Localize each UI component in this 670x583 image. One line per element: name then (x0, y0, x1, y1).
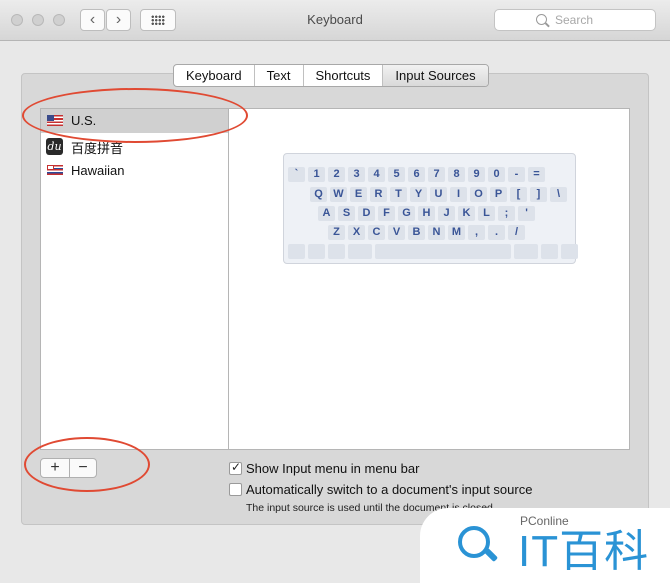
key-row: ` 1 2 3 4 5 6 7 8 9 0- = (288, 167, 545, 182)
key: Y (410, 187, 427, 202)
key: = (528, 167, 545, 182)
key: R (370, 187, 387, 202)
key: E (350, 187, 367, 202)
key: J (438, 206, 455, 221)
key-blank (328, 244, 345, 259)
key: [ (510, 187, 527, 202)
key: 4 (368, 167, 385, 182)
key: 7 (428, 167, 445, 182)
search-field[interactable]: Search (494, 9, 656, 31)
tab-shortcuts[interactable]: Shortcuts (304, 65, 384, 86)
key: W (330, 187, 347, 202)
key: V (388, 225, 405, 240)
title-bar: ‹ › Keyboard Search (0, 0, 670, 41)
watermark-logo: PConline IT百科 (420, 508, 670, 583)
key-space (375, 244, 511, 259)
annotation-ellipse (24, 437, 150, 492)
tab-keyboard[interactable]: Keyboard (174, 65, 255, 86)
key-blank (541, 244, 558, 259)
show-input-menu-checkbox[interactable]: ✓ (229, 460, 242, 475)
key-row-bottom (288, 244, 578, 259)
key: ' (518, 206, 535, 221)
search-icon (536, 14, 547, 25)
key: N (428, 225, 445, 240)
search-placeholder: Search (555, 13, 594, 27)
key-row: A S D F G H J K L; ' (318, 206, 535, 221)
key: S (338, 206, 355, 221)
key: . (488, 225, 505, 240)
show-input-menu-label: Show Input menu in menu bar (246, 461, 420, 476)
baidu-du-icon: du (46, 138, 63, 155)
key: - (508, 167, 525, 182)
key: B (408, 225, 425, 240)
key: 3 (348, 167, 365, 182)
key-blank (561, 244, 578, 259)
key: \ (550, 187, 567, 202)
key: X (348, 225, 365, 240)
key: 0 (488, 167, 505, 182)
key: A (318, 206, 335, 221)
key: 9 (468, 167, 485, 182)
key-row: Q W E R T Y U I O P[] \ (310, 187, 567, 202)
key: M (448, 225, 465, 240)
key: ` (288, 167, 305, 182)
key: 2 (328, 167, 345, 182)
magnifier-handle (483, 547, 499, 563)
key: G (398, 206, 415, 221)
key: I (450, 187, 467, 202)
key-blank (288, 244, 305, 259)
auto-switch-checkbox[interactable] (229, 483, 242, 496)
key: C (368, 225, 385, 240)
key-blank (348, 244, 372, 259)
key: ; (498, 206, 515, 221)
annotation-ellipse (22, 88, 248, 143)
key: ] (530, 187, 547, 202)
key: O (470, 187, 487, 202)
key: D (358, 206, 375, 221)
source-item-hawaiian[interactable]: Hawaiian (41, 159, 228, 183)
input-source-list[interactable]: U.S. du 百度拼音 Hawaiian (40, 108, 229, 450)
key: 5 (388, 167, 405, 182)
key-blank (308, 244, 325, 259)
key: H (418, 206, 435, 221)
key: F (378, 206, 395, 221)
key: Q (310, 187, 327, 202)
key-row: Z X C V B N M,. / (328, 225, 525, 240)
key: , (468, 225, 485, 240)
key: 1 (308, 167, 325, 182)
key: L (478, 206, 495, 221)
checkmark-icon: ✓ (231, 460, 242, 474)
watermark-brand: IT百科 (518, 527, 650, 576)
tab-input-sources[interactable]: Input Sources (383, 65, 488, 86)
key: 8 (448, 167, 465, 182)
keyboard-layout-preview: ` 1 2 3 4 5 6 7 8 9 0- = Q W E R T Y U I O P[] \ A S D F G H J K L; ' … (283, 153, 578, 264)
key: T (390, 187, 407, 202)
key: P (490, 187, 507, 202)
auto-switch-label: Automatically switch to a document's inp… (246, 482, 533, 497)
tab-bar: Keyboard Text Shortcuts Input Sources (173, 64, 489, 87)
watermark-site: PConline (520, 514, 569, 528)
key: / (508, 225, 525, 240)
tab-text[interactable]: Text (255, 65, 304, 86)
key: 6 (408, 167, 425, 182)
source-label: Hawaiian (71, 163, 125, 178)
hawaii-flag-icon (47, 165, 63, 176)
key: Z (328, 225, 345, 240)
key-blank (514, 244, 538, 259)
key: U (430, 187, 447, 202)
key: K (458, 206, 475, 221)
